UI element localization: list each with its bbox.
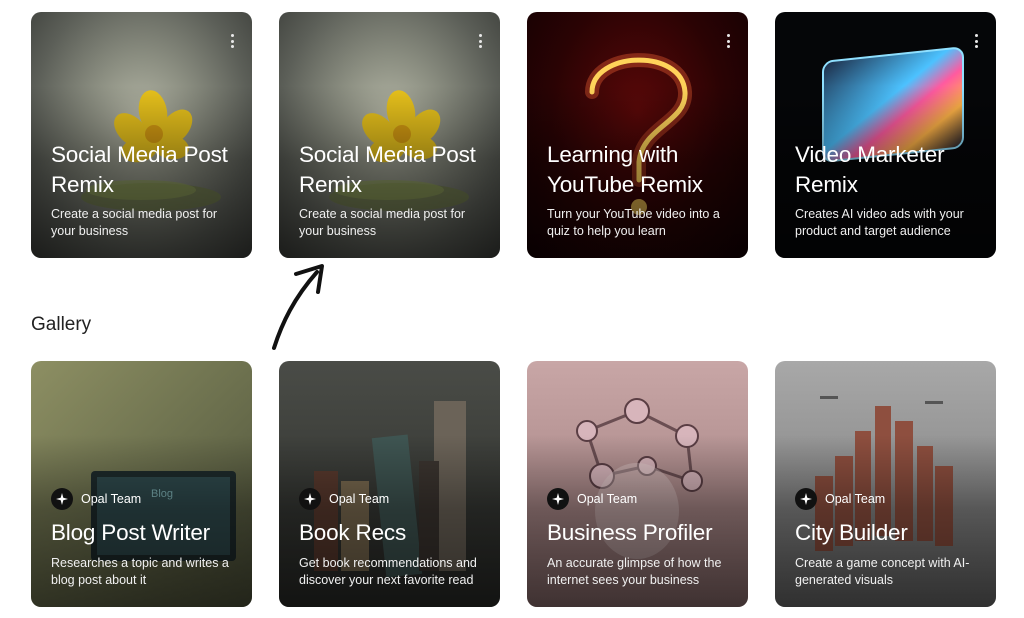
sparkle-icon	[547, 488, 569, 510]
card-description: Researches a topic and writes a blog pos…	[51, 556, 229, 587]
card-title: Social Media Post Remix	[299, 142, 476, 197]
sparkle-icon	[51, 488, 73, 510]
sparkle-icon	[795, 488, 817, 510]
card-description: Creates AI video ads with your product a…	[795, 207, 964, 238]
more-vert-icon[interactable]	[726, 34, 730, 48]
featured-card-social-media-2[interactable]: Social Media Post Remix Create a social …	[279, 12, 500, 258]
author-name: Opal Team	[577, 492, 638, 506]
more-vert-icon[interactable]	[478, 34, 482, 48]
gallery-heading: Gallery	[31, 314, 92, 335]
card-description: Create a social media post for your busi…	[51, 207, 218, 238]
author-chip: Opal Team	[299, 488, 389, 510]
featured-card-learning-youtube[interactable]: Learning with YouTube Remix Turn your Yo…	[527, 12, 748, 258]
featured-card-social-media-1[interactable]: Social Media Post Remix Create a social …	[31, 12, 252, 258]
arrow-annotation	[272, 264, 324, 350]
gallery-card-city-builder[interactable]: Opal Team City Builder Create a game con…	[775, 361, 996, 607]
author-chip: Opal Team	[795, 488, 885, 510]
card-description: Turn your YouTube video into a quiz to h…	[547, 207, 720, 238]
author-name: Opal Team	[825, 492, 886, 506]
card-description: Get book recommendations and discover yo…	[299, 556, 477, 587]
card-title: Book Recs	[299, 520, 406, 545]
card-title: Social Media Post Remix	[51, 142, 228, 197]
featured-card-video-marketer[interactable]: Video Marketer Remix Creates AI video ad…	[775, 12, 996, 258]
more-vert-icon[interactable]	[974, 34, 978, 48]
gallery-card-book-recs[interactable]: Opal Team Book Recs Get book recommendat…	[279, 361, 500, 607]
author-name: Opal Team	[81, 492, 142, 506]
card-description: An accurate glimpse of how the internet …	[547, 556, 722, 587]
sparkle-icon	[299, 488, 321, 510]
card-title: Business Profiler	[547, 520, 713, 545]
author-chip: Opal Team	[547, 488, 637, 510]
author-chip: Opal Team	[51, 488, 141, 510]
gallery-card-business-profiler[interactable]: Opal Team Business Profiler An accurate …	[527, 361, 748, 607]
card-description: Create a game concept with AI-generated …	[795, 556, 970, 587]
card-description: Create a social media post for your busi…	[299, 207, 466, 238]
card-title: Video Marketer Remix	[795, 142, 945, 197]
card-title: Learning with YouTube Remix	[547, 142, 703, 197]
card-title: City Builder	[795, 520, 908, 545]
gallery-card-blog-post-writer[interactable]: Blog Opal Team Blog Post Writer Research…	[31, 361, 252, 607]
more-vert-icon[interactable]	[230, 34, 234, 48]
card-title: Blog Post Writer	[51, 520, 210, 545]
author-name: Opal Team	[329, 492, 390, 506]
